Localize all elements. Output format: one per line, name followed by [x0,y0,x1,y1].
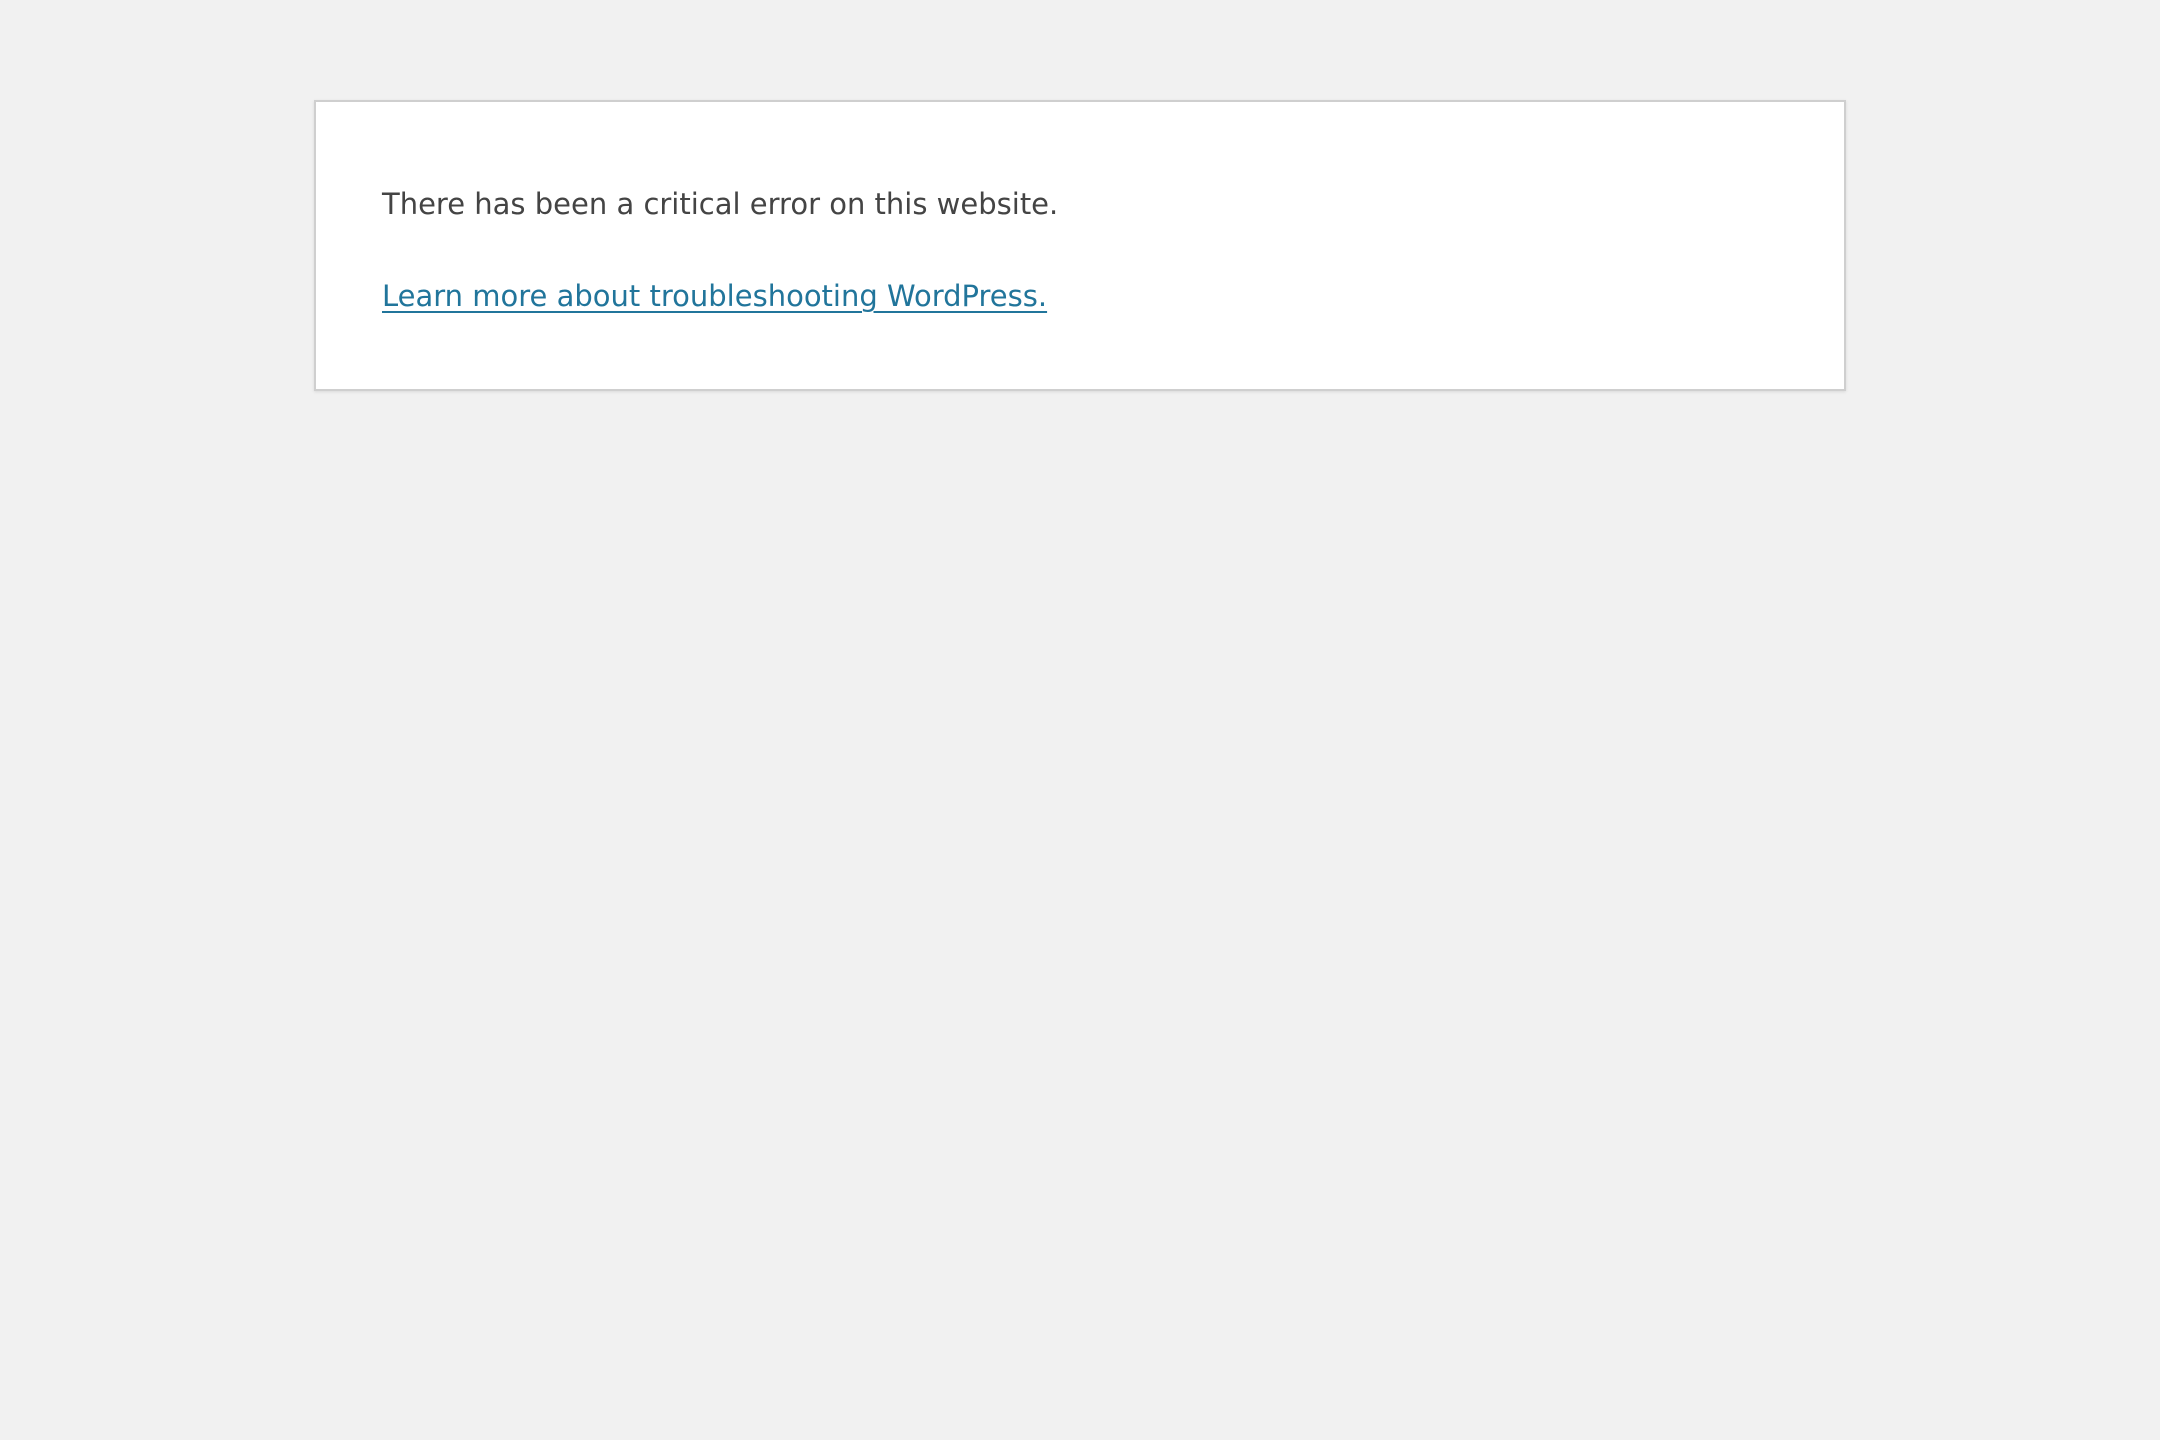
page-background: { "error": { "message": "There has been … [0,0,2160,1440]
troubleshooting-help-link[interactable]: Learn more about troubleshooting WordPre… [382,276,1047,316]
error-message-card: There has been a critical error on this … [314,100,1846,391]
critical-error-message: There has been a critical error on this … [382,187,1059,221]
